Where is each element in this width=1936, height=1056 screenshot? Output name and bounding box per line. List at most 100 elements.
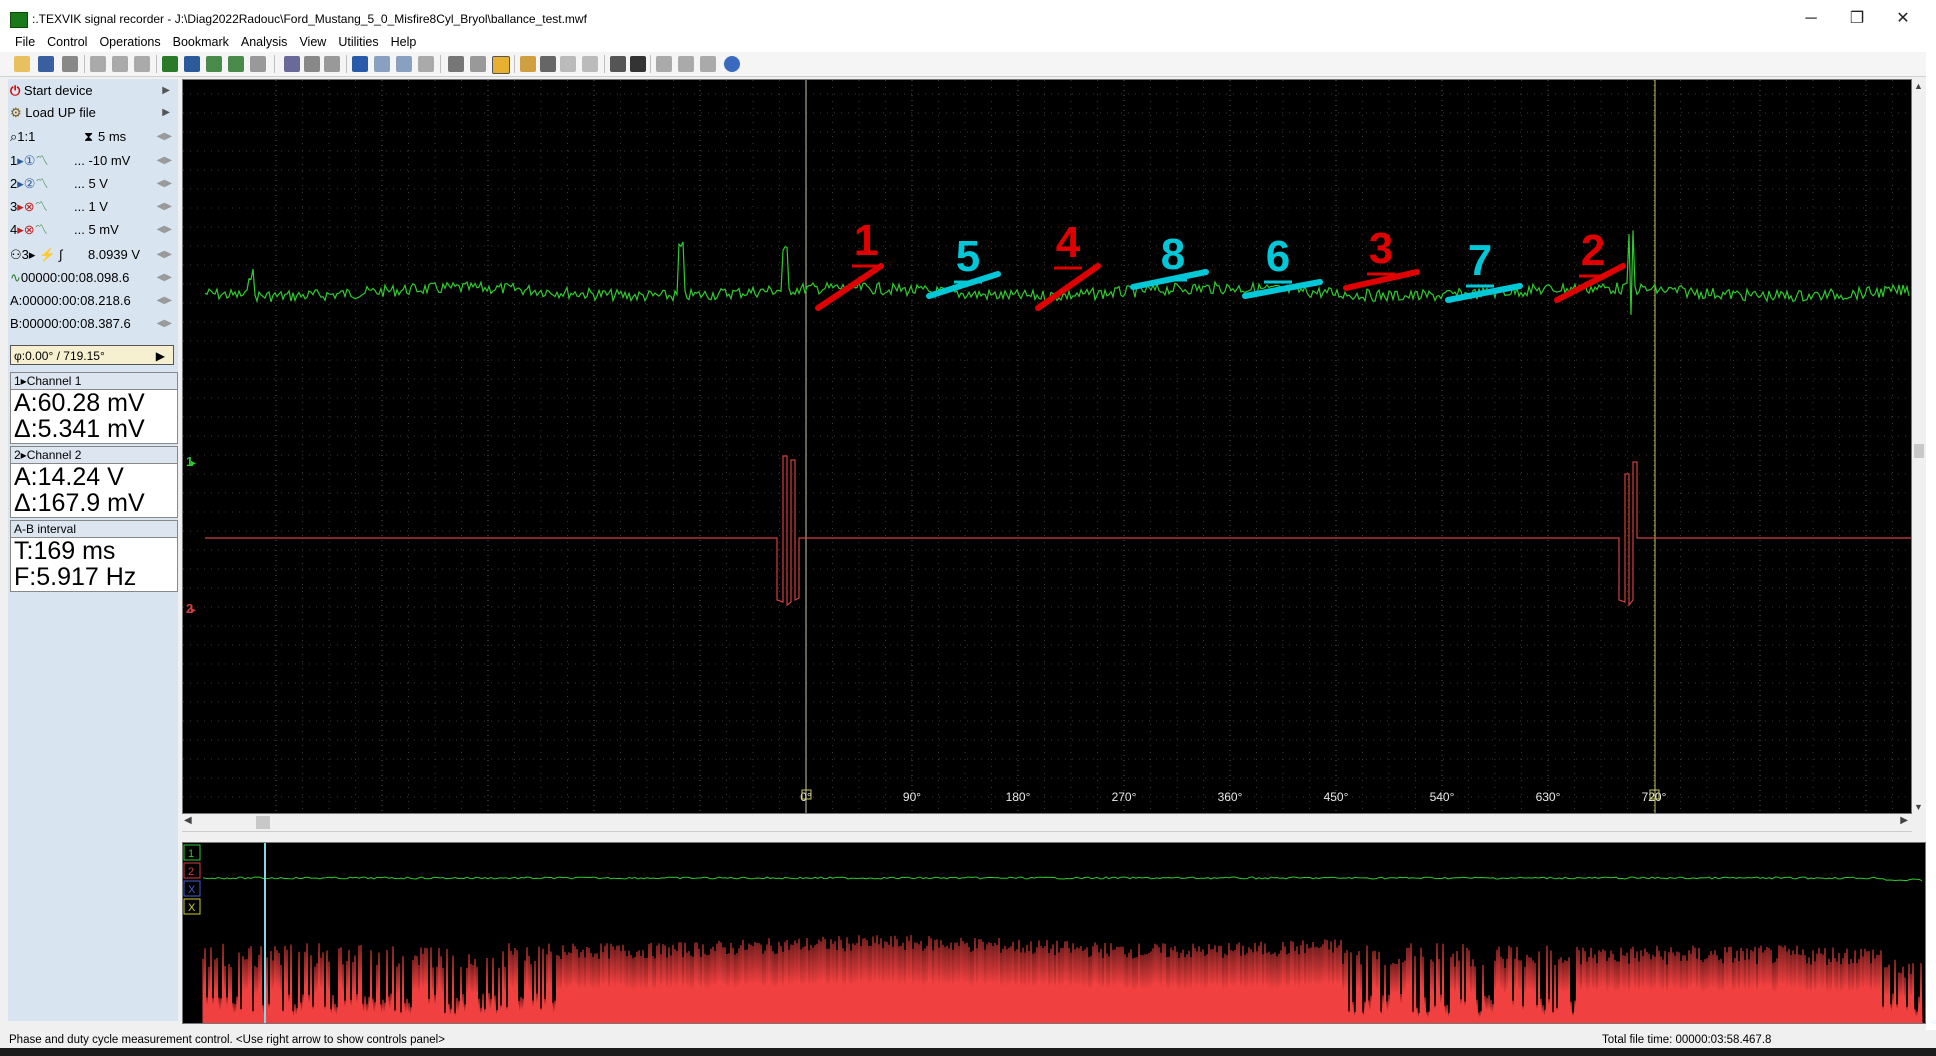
- cursor-icon[interactable]: [162, 56, 178, 72]
- trigger-level-row[interactable]: ⚇3▸ ⚡ ∫ 8.0939 V ◀▶: [10, 245, 176, 265]
- menu-bar: File Control Operations Bookmark Analysis Vie…: [0, 32, 1936, 52]
- chevron-right-icon[interactable]: ▶: [156, 346, 165, 366]
- window-icon[interactable]: [656, 56, 672, 72]
- channel-4-stepper[interactable]: ◀▶: [157, 220, 172, 240]
- move-icon[interactable]: [184, 56, 200, 72]
- window2-icon[interactable]: [678, 56, 694, 72]
- cursor-a-row[interactable]: A:00000:00:08.218.6 ◀▶: [10, 291, 176, 311]
- bookmark-icon[interactable]: [520, 56, 536, 72]
- channel-1-row[interactable]: 1▸①〽 ... -10 mV ◀▶: [10, 151, 176, 171]
- paste-icon[interactable]: [112, 56, 128, 72]
- zoom-value[interactable]: 1:1: [17, 129, 35, 144]
- channel-2-row[interactable]: 2▸②〽 ... 5 V ◀▶: [10, 174, 176, 194]
- menu-help[interactable]: Help: [385, 32, 423, 52]
- check-icon[interactable]: [352, 56, 368, 72]
- cut-icon[interactable]: [134, 56, 150, 72]
- menu-view[interactable]: View: [293, 32, 332, 52]
- channel-2-stepper[interactable]: ◀▶: [157, 174, 172, 194]
- signal-icon[interactable]: [206, 56, 222, 72]
- scroll-up-icon[interactable]: ▲: [1914, 81, 1923, 91]
- scroll-thumb[interactable]: [1914, 444, 1924, 458]
- print-icon[interactable]: [62, 56, 78, 72]
- degree-label: 360°: [1218, 790, 1243, 804]
- cursor-b-row[interactable]: B:00000:00:08.387.6 ◀▶: [10, 314, 176, 334]
- load-up-file-button[interactable]: ⚙ Load UP file ▶: [10, 103, 176, 123]
- measure2-icon[interactable]: [470, 56, 486, 72]
- channel-1-arrow-icon: ▸: [191, 458, 196, 469]
- horizontal-scrollbar[interactable]: ◀ ▶: [182, 814, 1912, 832]
- channel-3-stepper[interactable]: ◀▶: [157, 197, 172, 217]
- open-icon[interactable]: [14, 56, 30, 72]
- check2-icon[interactable]: [374, 56, 390, 72]
- menu-bookmark[interactable]: Bookmark: [167, 32, 235, 52]
- overview-plot[interactable]: 1 2 X X: [183, 843, 1925, 1023]
- degree-label: 720°: [1642, 790, 1667, 804]
- minimize-button[interactable]: ─: [1788, 6, 1834, 32]
- menu-control[interactable]: Control: [41, 32, 93, 52]
- cylinder-label-7: 7: [1468, 236, 1492, 285]
- chevron-right-icon: ▶: [162, 107, 170, 118]
- zoom-icon[interactable]: [284, 56, 300, 72]
- overview-marker-2: 2: [188, 866, 194, 878]
- ab-interval-frequency: F:5.917 Hz: [14, 563, 137, 591]
- trigger-stepper[interactable]: ◀▶: [157, 245, 172, 265]
- trigger-level-value[interactable]: 8.0939 V: [88, 245, 140, 265]
- marker-icon[interactable]: [324, 56, 340, 72]
- close-button[interactable]: ✕: [1880, 6, 1926, 32]
- timebase-stepper[interactable]: ◀▶: [157, 127, 172, 147]
- window3-icon[interactable]: [700, 56, 716, 72]
- save-icon[interactable]: [38, 56, 54, 72]
- step-icon[interactable]: [582, 56, 598, 72]
- vertical-scrollbar[interactable]: ▲ ▼: [1912, 79, 1926, 814]
- undo-icon[interactable]: [250, 56, 266, 72]
- scroll-right-icon[interactable]: ▶: [1900, 815, 1908, 826]
- page-icon[interactable]: [418, 56, 434, 72]
- bookmark-dropdown-icon[interactable]: [540, 56, 556, 72]
- menu-operations[interactable]: Operations: [93, 32, 166, 52]
- load-icon: ⚙: [10, 105, 22, 120]
- channel-4-range[interactable]: ... 5 mV: [74, 220, 119, 240]
- cursor-b-label: B:: [10, 316, 23, 331]
- restore-button[interactable]: ❐: [1834, 6, 1880, 32]
- load-up-file-label: Load UP file: [25, 105, 96, 120]
- overview-strip[interactable]: 1 2 X X: [182, 842, 1926, 1024]
- cylinder-label-5: 5: [956, 232, 980, 281]
- channel-2-amplitude: A:14.24 V: [14, 463, 124, 491]
- scope-plot[interactable]: 1 ▸ 2 ▸ 15486372 0° 90° 180° 270° 360° 450° 54…: [183, 80, 1911, 813]
- oscilloscope-view[interactable]: 1 ▸ 2 ▸ 15486372 0° 90° 180° 270° 360° 450° 54…: [182, 79, 1912, 814]
- channel-4-row[interactable]: 4▸⊗〽 ... 5 mV ◀▶: [10, 220, 176, 240]
- channel-1-range[interactable]: ... -10 mV: [74, 151, 130, 171]
- start-device-button[interactable]: ⏻ Start device ▶: [10, 81, 176, 101]
- channels-dropdown-icon[interactable]: [630, 56, 646, 72]
- overview-channel-2-trace: [202, 935, 1923, 1023]
- play-icon[interactable]: [560, 56, 576, 72]
- degree-label: 630°: [1536, 790, 1561, 804]
- total-file-time: Total file time: 00000:03:58.467.8: [1602, 1034, 1772, 1046]
- scroll-down-icon[interactable]: ▼: [1914, 802, 1923, 812]
- menu-file[interactable]: File: [9, 32, 41, 52]
- channel-3-row[interactable]: 3▸⊗〽 ... 1 V ◀▶: [10, 197, 176, 217]
- channel-3-range[interactable]: ... 1 V: [74, 197, 108, 217]
- cylinder-label-3: 3: [1369, 224, 1393, 273]
- cylinder-label-1: 1: [854, 216, 878, 265]
- copy-icon[interactable]: [90, 56, 106, 72]
- menu-analysis[interactable]: Analysis: [235, 32, 294, 52]
- cylinder-label-2: 2: [1581, 226, 1605, 275]
- help-icon[interactable]: [724, 56, 740, 72]
- measure-icon[interactable]: [448, 56, 464, 72]
- start-device-label: Start device: [23, 83, 93, 98]
- hscroll-thumb[interactable]: [256, 816, 270, 829]
- zoom-dropdown-icon[interactable]: [304, 56, 320, 72]
- phase-control[interactable]: φ:0.00° / 719.15° ▶: [10, 345, 174, 365]
- menu-utilities[interactable]: Utilities: [332, 32, 384, 52]
- trigger-time-row[interactable]: ∿00000:00:08.098.6 ◀▶: [10, 268, 176, 288]
- scroll-left-icon[interactable]: ◀: [184, 815, 192, 826]
- channel-1-stepper[interactable]: ◀▶: [157, 151, 172, 171]
- phase-icon[interactable]: [492, 56, 510, 74]
- timebase-value[interactable]: 5 ms: [98, 127, 126, 147]
- status-message: Phase and duty cycle measurement control…: [9, 1034, 445, 1046]
- channels-icon[interactable]: [610, 56, 626, 72]
- check3-icon[interactable]: [396, 56, 412, 72]
- signal2-icon[interactable]: [228, 56, 244, 72]
- channel-2-range[interactable]: ... 5 V: [74, 174, 108, 194]
